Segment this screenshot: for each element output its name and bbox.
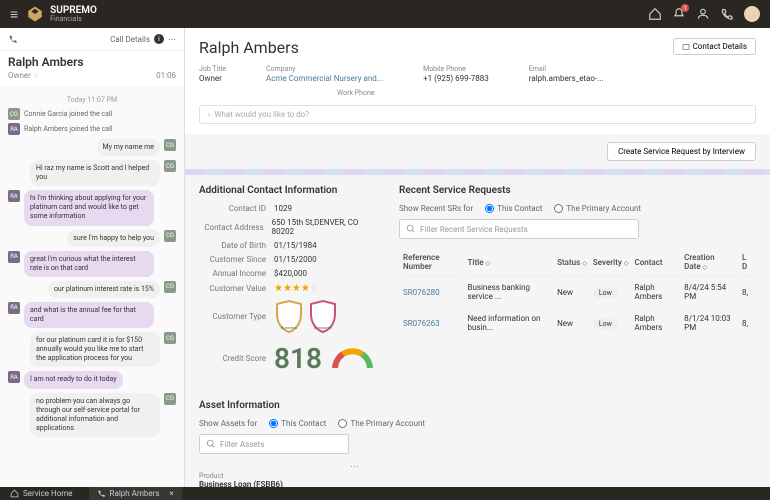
chat-message: RAgreat I'm curious what the interest ra… [8,251,176,277]
brand-logo: SUPREMO Financials [26,5,97,24]
chat-message: RAhi I'm thinking about applying for you… [8,190,176,225]
business-badge-icon: Business [274,299,304,334]
more-icon[interactable]: ⋯ [168,35,176,44]
avatar-cg: CG [8,108,20,120]
ref-link[interactable]: SR076280 [401,278,463,307]
col-ref[interactable]: Reference Number [401,249,463,276]
col-status[interactable]: Status◇ [555,249,589,276]
search-icon [406,224,416,234]
date-of-birth: 01/15/1984 [274,241,317,250]
col-contact[interactable]: Contact [633,249,681,276]
radio-assets-account[interactable]: The Primary Account [338,419,425,428]
col-title[interactable]: Title◇ [465,249,553,276]
ref-link[interactable]: SR076263 [401,309,463,338]
chat-message: CGour platinum interest rate is 15% [8,281,176,298]
bell-icon[interactable]: 1 [672,7,686,21]
search-icon [206,439,216,449]
chat-message: CGfor our platinum card it is for $150 a… [8,332,176,367]
customer-value-stars: ★★★★☆ [274,283,319,294]
user-icon[interactable] [696,7,710,21]
avatar: CG [164,281,176,293]
phone-icon [97,489,106,498]
job-title: Owner [199,74,226,83]
menu-icon[interactable]: ≡ [10,6,18,23]
action-input[interactable]: › What would you like to do? [199,105,756,124]
chat-timestamp: Today 11:07 PM [8,96,176,104]
product-label: Product [199,472,756,480]
avatar: RA [8,190,20,202]
avatar: CG [164,393,176,405]
footer-home[interactable]: Service Home [10,489,73,498]
col-last[interactable]: L D [740,249,754,276]
customer-type-badges: Business Consumer [274,299,338,334]
contact-id: 1029 [274,204,292,213]
phone-icon[interactable] [720,7,734,21]
mobile-phone: +1 (925) 699-7883 [423,74,489,83]
contact-address: 650 15th St,DENVER, CO 80202 [272,218,379,236]
company-link[interactable]: Acme Commercial Nursery and... [266,74,383,83]
call-details-label[interactable]: Call Details [110,35,150,44]
notification-badge: 1 [681,4,689,12]
chat-message: CGsure I'm happy to help you [8,230,176,247]
chat-message: CGMy my name me [8,139,176,156]
brand-name: SUPREMO [50,5,97,16]
chat-message: RAand what is the annual fee for that ca… [8,302,176,328]
avatar: CG [164,230,176,242]
avatar: RA [8,302,20,314]
requests-title: Recent Service Requests [399,185,756,196]
avatar-ra: RA [8,123,20,135]
chat-transcript: Today 11:07 PM CGConnie Garcia joined th… [0,86,184,487]
close-icon[interactable]: × [169,489,173,498]
col-severity[interactable]: Severity◇ [591,249,631,276]
annual-income: $420,000 [274,269,307,278]
product-value: Business Loan (FSBB6) [199,480,756,487]
chat-message: RAI am not ready to do it today [8,371,176,388]
table-row[interactable]: SR076280Business banking service ...NewL… [401,278,754,307]
consumer-badge-icon: Consumer [308,299,338,334]
id-card-icon [682,43,690,51]
avatar: CG [164,139,176,151]
avatar: CG [164,332,176,344]
chat-message: CGno problem you can always go through o… [8,393,176,437]
logo-icon [26,5,44,23]
contact-info-title: Additional Contact Information [199,185,379,196]
col-date[interactable]: Creation Date◇ [682,249,738,276]
filter-requests-input[interactable]: Filter Recent Service Requests [399,219,639,239]
gauge-icon [330,346,375,371]
radio-assets-contact[interactable]: This Contact [269,419,326,428]
info-icon[interactable]: i [154,34,164,44]
chevron-right-icon: › [208,110,210,119]
radio-primary-account[interactable]: The Primary Account [554,204,641,213]
star-icon[interactable]: ☆ [33,71,40,80]
svg-text:Business: Business [281,325,297,330]
avatar: RA [8,251,20,263]
contact-role: Owner [8,71,31,80]
more-icon[interactable]: ⋯ [199,462,359,472]
avatar: RA [8,371,20,383]
credit-score: 818 [274,342,322,375]
svg-text:Consumer: Consumer [314,325,333,330]
footer-tab-contact[interactable]: Ralph Ambers × [89,487,182,500]
contact-details-button[interactable]: Contact Details [673,38,756,55]
avatar: CG [164,160,176,172]
avatar[interactable] [744,6,760,22]
brand-sub: Financials [50,16,97,24]
radio-this-contact[interactable]: This Contact [485,204,542,213]
assets-title: Asset Information [199,400,756,411]
home-icon [10,489,19,498]
customer-since: 01/15/2000 [274,255,317,264]
chat-message: CGHi raz my name is Scott and I helped y… [8,160,176,186]
call-timer: 01:06 [156,71,176,80]
email: ralph.ambers_etao-... [529,74,604,83]
requests-table: Reference Number Title◇ Status◇ Severity… [399,247,756,340]
create-service-request-button[interactable]: Create Service Request by Interview [607,142,756,161]
phone-small-icon [8,34,18,44]
contact-name: Ralph Ambers [0,51,184,71]
filter-assets-input[interactable]: Filter Assets [199,434,349,454]
table-row[interactable]: SR076263Need information on busin...NewL… [401,309,754,338]
work-phone-label: Work Phone [337,89,375,97]
home-icon[interactable] [648,7,662,21]
